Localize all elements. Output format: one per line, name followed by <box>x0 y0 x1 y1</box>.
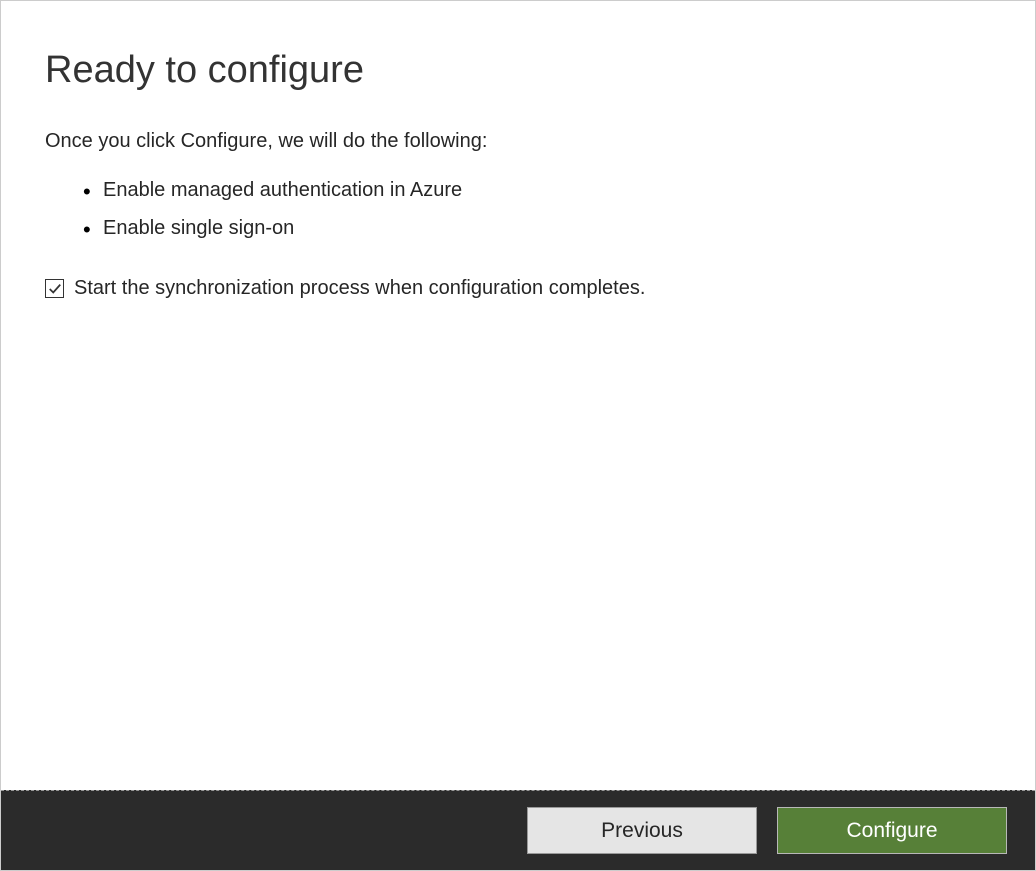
intro-text: Once you click Configure, we will do the… <box>45 130 991 153</box>
configure-button[interactable]: Configure <box>777 807 1007 854</box>
action-item: Enable single sign-on <box>103 209 991 247</box>
action-list: Enable managed authentication in Azure E… <box>103 171 991 247</box>
content-area: Ready to configure Once you click Config… <box>1 1 1035 790</box>
sync-checkbox[interactable] <box>45 279 64 298</box>
footer-bar: Previous Configure <box>1 790 1035 870</box>
previous-button[interactable]: Previous <box>527 807 757 854</box>
sync-checkbox-row: Start the synchronization process when c… <box>45 277 991 300</box>
checkmark-icon <box>48 282 62 296</box>
page-title: Ready to configure <box>45 49 991 92</box>
sync-checkbox-label: Start the synchronization process when c… <box>74 277 645 300</box>
action-item: Enable managed authentication in Azure <box>103 171 991 209</box>
